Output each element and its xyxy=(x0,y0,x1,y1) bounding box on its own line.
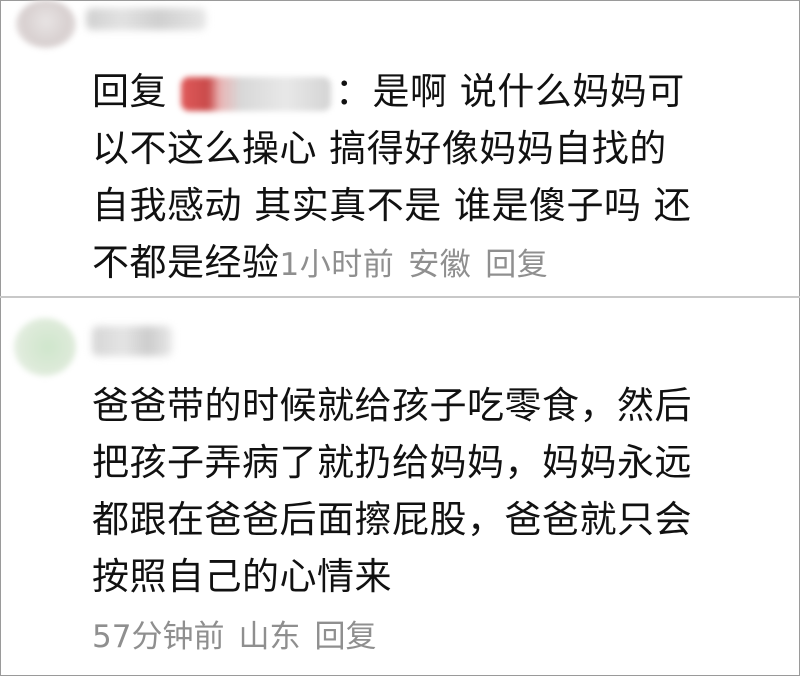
comment-line: 不都是经验1小时前 安徽 回复 xyxy=(92,234,772,294)
comment-location: 安徽 xyxy=(408,247,472,283)
comment-line: 爸爸带的时候就给孩子吃零食，然后 xyxy=(92,384,692,427)
comment-line: 把孩子弄病了就扔给妈妈，妈妈永远 xyxy=(92,441,692,484)
username-blurred[interactable] xyxy=(92,326,172,356)
comment-line: 以不这么操心 搞得好像妈妈自找的 xyxy=(92,127,667,170)
comment-text: 爸爸带的时候就给孩子吃零食，然后 把孩子弄病了就扔给妈妈，妈妈永远 都跟在爸爸后… xyxy=(92,377,772,605)
comment-line: 自我感动 其实真不是 谁是傻子吗 还 xyxy=(92,184,692,227)
comment-line: 回复 ：是啊 说什么妈妈可 xyxy=(92,63,772,120)
comment-time: 57分钟前 xyxy=(92,619,225,655)
comment-time: 1小时前 xyxy=(279,247,395,283)
comment-meta: 57分钟前 山东 回复 xyxy=(92,613,390,661)
username-blurred[interactable] xyxy=(86,8,206,30)
avatar[interactable] xyxy=(16,0,76,48)
avatar[interactable] xyxy=(14,318,76,376)
comment-line-text: 是啊 说什么妈妈可 xyxy=(372,70,685,113)
comment-text: 回复 ：是啊 说什么妈妈可 以不这么操心 搞得好像妈妈自找的 自我感动 其实真不是… xyxy=(92,63,772,294)
comment-location: 山东 xyxy=(238,619,301,655)
comment-divider xyxy=(0,296,800,298)
reply-button[interactable]: 回复 xyxy=(485,247,548,283)
separator: ： xyxy=(335,70,373,113)
comment-line: 都跟在爸爸后面擦屁股，爸爸就只会 xyxy=(92,498,692,541)
reply-target-username-blurred[interactable] xyxy=(181,76,331,111)
comment-meta: 1小时前 安徽 回复 xyxy=(280,247,563,283)
reply-prefix: 回复 xyxy=(92,70,167,113)
comment-line-text: 不都是经验 xyxy=(92,241,280,284)
comment-line: 按照自己的心情来 xyxy=(92,555,392,598)
reply-button[interactable]: 回复 xyxy=(314,619,376,655)
